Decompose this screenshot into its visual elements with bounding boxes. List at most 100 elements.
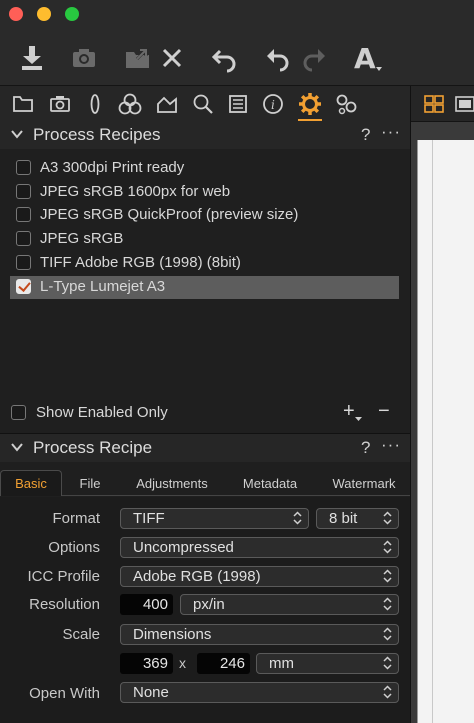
process-recipe-header[interactable]: Process Recipe ? ···	[0, 434, 410, 462]
lens-icon	[90, 94, 100, 114]
recipe-settings: Format TIFF 8 bit Options Uncompressed I…	[0, 497, 410, 723]
process-recipes-header[interactable]: Process Recipes ? ···	[0, 121, 410, 149]
scale-label: Scale	[62, 626, 100, 643]
text-annotation-icon: A	[354, 42, 382, 75]
tab-lens[interactable]	[80, 90, 110, 118]
undo-button[interactable]	[205, 38, 245, 78]
tab-watermark[interactable]: Watermark	[318, 470, 410, 496]
show-enabled-label: Show Enabled Only	[36, 404, 168, 421]
resolution-unit-select[interactable]: px/in	[180, 594, 399, 615]
bit-depth-select[interactable]: 8 bit	[316, 508, 399, 529]
options-label: Options	[48, 539, 100, 556]
image-canvas[interactable]	[417, 140, 474, 723]
icc-profile-value: Adobe RGB (1998)	[133, 568, 261, 585]
updown-arrows-icon	[383, 656, 392, 670]
viewer-panel	[410, 86, 474, 723]
export-icon	[126, 48, 149, 68]
bit-depth-value: 8 bit	[329, 510, 358, 527]
show-enabled-checkbox[interactable]	[11, 405, 26, 420]
tab-metadata[interactable]	[223, 90, 253, 118]
svg-text:i: i	[271, 98, 275, 112]
enable-checkbox-checked[interactable]	[16, 279, 31, 294]
resolution-unit-value: px/in	[193, 596, 225, 613]
help-button[interactable]: ?	[361, 438, 370, 458]
tab-library[interactable]	[8, 90, 38, 118]
filmstrip-view-icon[interactable]	[455, 95, 474, 113]
undo-icon	[267, 49, 289, 72]
tab-info[interactable]: i	[258, 90, 288, 118]
tab-output[interactable]	[295, 90, 325, 122]
exposure-icon	[157, 96, 177, 113]
tab-basic[interactable]: Basic	[0, 470, 62, 496]
remove-recipe-button[interactable]: −	[378, 400, 390, 423]
tab-metadata[interactable]: Metadata	[230, 470, 310, 496]
enable-checkbox[interactable]	[16, 160, 31, 175]
capture-button[interactable]	[64, 38, 104, 78]
list-item[interactable]: JPEG sRGB QuickProof (preview size)	[10, 204, 399, 227]
scale-select[interactable]: Dimensions	[120, 624, 399, 645]
updown-arrows-icon	[383, 627, 392, 641]
delete-icon	[162, 48, 182, 68]
process-recipes-list: A3 300dpi Print ready JPEG sRGB 1600px f…	[0, 149, 410, 433]
recipe-tabs: Basic File Adjustments Metadata Watermar…	[0, 470, 410, 496]
zoom-window-button[interactable]	[65, 7, 79, 21]
undo-step-button[interactable]	[258, 38, 298, 78]
height-input[interactable]: 246	[197, 653, 250, 674]
recipe-label: L-Type Lumejet A3	[40, 278, 166, 295]
more-menu-button[interactable]: ···	[381, 122, 401, 142]
recipe-label: TIFF Adobe RGB (1998) (8bit)	[40, 254, 241, 271]
recipe-label: A3 300dpi Print ready	[40, 159, 185, 176]
list-item[interactable]: JPEG sRGB	[10, 228, 399, 251]
enable-checkbox[interactable]	[16, 184, 31, 199]
tab-capture[interactable]	[45, 90, 75, 118]
format-select[interactable]: TIFF	[120, 508, 309, 529]
metadata-icon	[229, 95, 247, 113]
recipe-label: JPEG sRGB QuickProof (preview size)	[40, 206, 299, 223]
tab-details[interactable]	[188, 90, 218, 118]
list-item-selected[interactable]: L-Type Lumejet A3	[10, 276, 399, 299]
updown-arrows-icon	[293, 511, 302, 525]
open-with-select[interactable]: None	[120, 682, 399, 703]
info-icon: i	[263, 94, 283, 114]
tab-adjustments[interactable]	[331, 90, 361, 118]
times-label: x	[179, 655, 186, 671]
add-recipe-button[interactable]: +	[343, 400, 355, 423]
options-value: Uncompressed	[133, 539, 234, 556]
page-edge	[432, 140, 433, 723]
tool-tabs-bar: i	[0, 86, 410, 122]
undo-icon	[211, 49, 236, 73]
open-with-label: Open With	[29, 685, 100, 702]
section-title: Process Recipes	[33, 125, 161, 144]
viewer-tabs	[411, 86, 474, 122]
grid-view-icon[interactable]	[424, 95, 444, 113]
redo-button[interactable]	[294, 38, 334, 78]
list-item[interactable]: JPEG sRGB 1600px for web	[10, 181, 399, 204]
tab-color[interactable]	[115, 90, 145, 118]
delete-button[interactable]	[152, 38, 192, 78]
tab-adjustments[interactable]: Adjustments	[120, 470, 224, 496]
options-select[interactable]: Uncompressed	[120, 537, 399, 558]
adjustments-icon	[336, 94, 357, 115]
tab-exposure[interactable]	[153, 90, 183, 118]
import-button[interactable]	[12, 38, 52, 78]
import-icon	[22, 46, 42, 70]
enable-checkbox[interactable]	[16, 255, 31, 270]
width-input[interactable]: 369	[120, 653, 173, 674]
minimize-window-button[interactable]	[37, 7, 51, 21]
help-button[interactable]: ?	[361, 125, 370, 145]
list-item[interactable]: A3 300dpi Print ready	[10, 157, 399, 180]
more-menu-button[interactable]: ···	[381, 435, 401, 455]
tab-file[interactable]: File	[66, 470, 114, 496]
annotation-button[interactable]: A	[346, 38, 386, 78]
resolution-input[interactable]: 400	[120, 594, 173, 615]
enable-checkbox[interactable]	[16, 231, 31, 246]
close-window-button[interactable]	[9, 7, 23, 21]
redo-icon	[303, 49, 325, 72]
enable-checkbox[interactable]	[16, 207, 31, 222]
icc-profile-select[interactable]: Adobe RGB (1998)	[120, 566, 399, 587]
dimension-unit-select[interactable]: mm	[256, 653, 399, 674]
section-title: Process Recipe	[33, 438, 153, 457]
open-with-value: None	[133, 684, 169, 701]
list-item[interactable]: TIFF Adobe RGB (1998) (8bit)	[10, 252, 399, 275]
details-icon	[193, 94, 213, 114]
